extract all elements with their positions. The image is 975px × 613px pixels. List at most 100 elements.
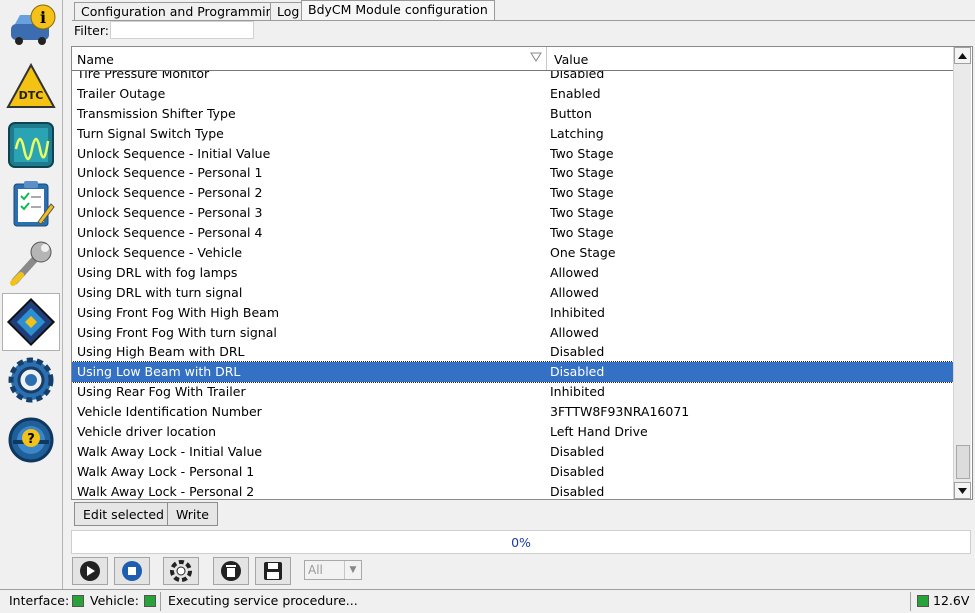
progress-text: 0% — [511, 535, 531, 550]
cell-name: Walk Away Lock - Personal 1 — [77, 463, 255, 479]
status-bar: Interface: Vehicle: Executing service pr… — [0, 589, 975, 613]
cell-name: Using Front Fog With turn signal — [77, 324, 277, 340]
table-row[interactable]: Walk Away Lock - Personal 2 Disabled — [72, 482, 953, 499]
filter-label: Filter: — [74, 23, 109, 38]
tab-bdycm-module-configuration[interactable]: BdyCM Module configuration — [301, 0, 495, 21]
cell-name: Unlock Sequence - Personal 3 — [77, 205, 263, 221]
sidebar-item-settings[interactable] — [2, 352, 60, 408]
write-button[interactable]: Write — [167, 502, 219, 526]
cell-value: Two Stage — [550, 165, 614, 181]
save-button[interactable] — [255, 557, 291, 585]
lifebuoy-icon — [170, 560, 192, 582]
sidebar-item-dtc[interactable]: DTC — [2, 59, 60, 115]
table-row[interactable]: Unlock Sequence - Personal 3 Two Stage — [72, 203, 953, 223]
cell-name: Using High Beam with DRL — [77, 344, 245, 360]
table-row[interactable]: Tire Pressure Monitor Disabled — [72, 71, 953, 84]
column-header-name[interactable]: Name — [72, 47, 547, 70]
svg-text:DTC: DTC — [19, 89, 44, 102]
tab-label: Configuration and Programming — [81, 4, 282, 19]
filter-select[interactable]: All ▼ — [304, 560, 362, 580]
sidebar-item-vehicle-info[interactable]: i — [2, 0, 60, 56]
tab-bar: Configuration and Programming Log BdyCM … — [72, 0, 975, 21]
cell-name: Using DRL with fog lamps — [77, 264, 238, 280]
cell-value: Latching — [550, 125, 604, 141]
column-header-label: Value — [554, 52, 589, 67]
cell-name: Using Rear Fog With Trailer — [77, 384, 246, 400]
cell-value: Allowed — [550, 324, 599, 340]
config-table: Name Value Tire Pressure Monitor Disabled… — [71, 46, 973, 500]
table-row[interactable]: Unlock Sequence - Personal 2 Two Stage — [72, 183, 953, 203]
table-row[interactable]: Unlock Sequence - Personal 4 Two Stage — [72, 223, 953, 243]
table-row[interactable]: Walk Away Lock - Initial Value Disabled — [72, 442, 953, 462]
sidebar-item-help[interactable]: ? — [2, 412, 60, 468]
table-row[interactable]: Turn Signal Switch Type Latching — [72, 124, 953, 144]
filter-select-value: All — [308, 563, 323, 577]
sidebar-item-checklist[interactable] — [2, 176, 60, 232]
oscilloscope-icon — [8, 122, 54, 168]
edit-selected-button[interactable]: Edit selected — [74, 502, 173, 526]
cell-value: Disabled — [550, 463, 605, 479]
column-header-value[interactable]: Value — [549, 47, 953, 70]
interface-label: Interface: — [9, 593, 70, 608]
table-row[interactable]: Vehicle Identification Number 3FTTW8F93NR… — [72, 402, 953, 422]
vertical-scrollbar[interactable] — [953, 47, 971, 499]
filter-input[interactable] — [110, 21, 254, 39]
table-row[interactable]: Using Front Fog With turn signal Allowed — [72, 323, 953, 343]
table-row[interactable]: Using High Beam with DRL Disabled — [72, 342, 953, 362]
table-row[interactable]: Using Rear Fog With Trailer Inhibited — [72, 382, 953, 402]
play-icon — [80, 561, 100, 581]
cell-value: Allowed — [550, 284, 599, 300]
cell-name: Unlock Sequence - Personal 4 — [77, 225, 263, 241]
vehicle-status-led — [144, 595, 156, 607]
cell-value: Disabled — [550, 344, 605, 360]
table-row[interactable]: Trailer Outage Enabled — [72, 84, 953, 104]
cell-name: Unlock Sequence - Initial Value — [77, 145, 271, 161]
sidebar-item-oscilloscope[interactable] — [2, 117, 60, 173]
triangle-down-icon — [958, 487, 967, 494]
module-chip-icon — [6, 297, 56, 347]
scrollbar-thumb[interactable] — [956, 445, 970, 479]
table-row[interactable]: Vehicle driver location Left Hand Drive — [72, 422, 953, 442]
cell-name: Unlock Sequence - Personal 2 — [77, 185, 263, 201]
cell-name: Walk Away Lock - Personal 2 — [77, 483, 255, 499]
delete-button[interactable] — [213, 557, 249, 585]
cell-value: Button — [550, 105, 592, 121]
table-header: Name Value — [72, 47, 953, 71]
column-header-label: Name — [77, 52, 114, 67]
table-row[interactable]: Using DRL with turn signal Allowed — [72, 283, 953, 303]
floppy-disk-icon — [264, 562, 282, 580]
table-row[interactable]: Using Low Beam with DRL Disabled — [72, 361, 953, 384]
sort-descending-icon — [530, 52, 542, 62]
cell-value: Two Stage — [550, 185, 614, 201]
progress-bar: 0% — [71, 530, 971, 554]
support-button[interactable] — [163, 557, 199, 585]
tab-configuration-programming[interactable]: Configuration and Programming — [74, 2, 289, 21]
status-divider — [160, 592, 161, 611]
table-row[interactable]: Using DRL with fog lamps Allowed — [72, 263, 953, 283]
cell-value: Disabled — [550, 483, 605, 499]
triangle-up-icon — [958, 52, 967, 59]
cell-value: Disabled — [550, 364, 605, 380]
table-row[interactable]: Using Front Fog With High Beam Inhibited — [72, 303, 953, 323]
cell-value: Disabled — [550, 71, 605, 81]
cell-name: Trailer Outage — [77, 85, 166, 101]
table-row[interactable]: Unlock Sequence - Vehicle One Stage — [72, 243, 953, 263]
dtc-icon: DTC — [6, 62, 56, 108]
cell-name: Using Front Fog With High Beam — [77, 304, 280, 320]
cell-value: 3FTTW8F93NRA16071 — [550, 404, 690, 420]
sidebar-item-module-config[interactable] — [2, 293, 60, 351]
stop-button[interactable] — [114, 557, 150, 585]
svg-text:?: ? — [27, 432, 35, 447]
scroll-up-button[interactable] — [954, 47, 971, 64]
cell-value: Enabled — [550, 85, 601, 101]
sidebar-item-service[interactable] — [2, 235, 60, 291]
cell-value: Left Hand Drive — [550, 424, 648, 440]
table-row[interactable]: Unlock Sequence - Personal 1 Two Stage — [72, 163, 953, 183]
table-row[interactable]: Walk Away Lock - Personal 1 Disabled — [72, 462, 953, 482]
cell-name: Unlock Sequence - Personal 1 — [77, 165, 263, 181]
play-button[interactable] — [72, 557, 108, 585]
table-row[interactable]: Unlock Sequence - Initial Value Two Stage — [72, 144, 953, 164]
table-row[interactable]: Transmission Shifter Type Button — [72, 104, 953, 124]
chevron-down-icon: ▼ — [344, 561, 361, 579]
scroll-down-button[interactable] — [954, 482, 971, 499]
